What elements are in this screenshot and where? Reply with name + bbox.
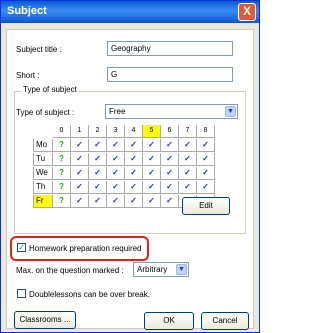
- chevron-down-icon[interactable]: ▼: [176, 264, 187, 275]
- grid-cell-check[interactable]: ✓: [107, 167, 125, 180]
- grid-cell-check[interactable]: ✓: [197, 181, 215, 194]
- grid-cell-check[interactable]: ✓: [143, 181, 161, 194]
- grid-cell-check[interactable]: ✓: [197, 167, 215, 180]
- ok-button[interactable]: OK: [144, 312, 194, 330]
- grid-column-header: 0: [53, 125, 71, 138]
- type-group-legend: Type of subject: [21, 85, 79, 94]
- grid-cell-question[interactable]: ?: [53, 139, 71, 152]
- grid-cell-check[interactable]: ✓: [71, 139, 89, 152]
- chevron-down-icon[interactable]: ▼: [225, 106, 236, 117]
- grid-column-header: 8: [197, 125, 215, 138]
- classrooms-button[interactable]: Classrooms ...: [14, 311, 76, 329]
- grid-cell-check[interactable]: ✓: [179, 181, 197, 194]
- type-of-subject-value: Free: [109, 107, 126, 116]
- grid-cell-check[interactable]: ✓: [197, 153, 215, 166]
- grid-column-header: 7: [179, 125, 197, 138]
- grid-cell-check[interactable]: ✓: [89, 181, 107, 194]
- grid-cell-check[interactable]: ✓: [71, 181, 89, 194]
- grid-cell-check[interactable]: ✓: [143, 167, 161, 180]
- doublelessons-label: Doublelessons can be over break.: [29, 290, 150, 299]
- close-icon[interactable]: X: [238, 3, 256, 21]
- grid-day-label: We: [33, 167, 53, 180]
- grid-cell-check[interactable]: ✓: [179, 153, 197, 166]
- grid-cell-check[interactable]: ✓: [179, 167, 197, 180]
- type-of-subject-select[interactable]: Free ▼: [105, 104, 238, 119]
- grid-day-label: Fr: [33, 195, 53, 208]
- doublelessons-checkbox[interactable]: [17, 289, 26, 298]
- grid-cell-check[interactable]: ✓: [89, 139, 107, 152]
- edit-button[interactable]: Edit: [182, 197, 230, 215]
- grid-cell-check[interactable]: ✓: [107, 153, 125, 166]
- grid-cell-check[interactable]: ✓: [161, 195, 179, 208]
- grid-column-header: 5: [143, 125, 161, 138]
- grid-cell-question[interactable]: ?: [53, 153, 71, 166]
- subject-title-label: Subject title :: [16, 45, 62, 54]
- short-input[interactable]: G: [107, 67, 233, 82]
- grid-cell-check[interactable]: ✓: [161, 153, 179, 166]
- max-marked-select[interactable]: Arbitrary ▼: [133, 262, 189, 277]
- homework-label: Homework preparation required: [29, 244, 142, 253]
- grid-cell-check[interactable]: ✓: [89, 153, 107, 166]
- max-marked-value: Arbitrary: [137, 265, 168, 274]
- grid-cell-check[interactable]: ✓: [107, 195, 125, 208]
- grid-day-label: Mo: [33, 139, 53, 152]
- grid-cell-question[interactable]: ?: [53, 195, 71, 208]
- grid-cell-check[interactable]: ✓: [197, 139, 215, 152]
- grid-day-label: Th: [33, 181, 53, 194]
- grid-cell-check[interactable]: ✓: [107, 139, 125, 152]
- grid-cell-check[interactable]: ✓: [125, 195, 143, 208]
- grid-cell-question[interactable]: ?: [53, 181, 71, 194]
- grid-cell-check[interactable]: ✓: [71, 195, 89, 208]
- window-title: Subject: [7, 5, 47, 17]
- grid-cell-check[interactable]: ✓: [89, 195, 107, 208]
- grid-cell-check[interactable]: ✓: [125, 153, 143, 166]
- grid-cell-check[interactable]: ✓: [161, 139, 179, 152]
- grid-cell-check[interactable]: ✓: [125, 167, 143, 180]
- title-bar: Subject X: [1, 1, 259, 23]
- grid-cell-check[interactable]: ✓: [143, 195, 161, 208]
- grid-cell-question[interactable]: ?: [53, 167, 71, 180]
- subject-title-input[interactable]: Geography: [107, 41, 233, 56]
- grid-column-header: 6: [161, 125, 179, 138]
- grid-cell-check[interactable]: ✓: [125, 139, 143, 152]
- grid-cell-check[interactable]: ✓: [107, 181, 125, 194]
- grid-cell-check[interactable]: ✓: [143, 153, 161, 166]
- grid-cell-check[interactable]: ✓: [161, 181, 179, 194]
- grid-cell-check[interactable]: ✓: [125, 181, 143, 194]
- grid-column-header: 2: [89, 125, 107, 138]
- grid-day-label: Tu: [33, 153, 53, 166]
- grid-cell-check[interactable]: ✓: [71, 153, 89, 166]
- grid-cell-check[interactable]: ✓: [143, 139, 161, 152]
- grid-cell-check[interactable]: ✓: [89, 167, 107, 180]
- type-of-subject-label: Type of subject :: [16, 108, 75, 117]
- homework-checkbox[interactable]: ✓: [17, 243, 26, 252]
- grid-cell-check[interactable]: ✓: [71, 167, 89, 180]
- short-label: Short :: [16, 71, 40, 80]
- grid-cell-check[interactable]: ✓: [161, 167, 179, 180]
- cancel-button[interactable]: Cancel: [201, 312, 249, 330]
- grid-column-header: 3: [107, 125, 125, 138]
- grid-column-header: 1: [71, 125, 89, 138]
- grid-cell-check[interactable]: ✓: [179, 139, 197, 152]
- grid-column-header: 4: [125, 125, 143, 138]
- subject-dialog: Subject X Subject title : Geography Shor…: [0, 0, 260, 333]
- max-marked-label: Max. on the question marked :: [16, 266, 124, 275]
